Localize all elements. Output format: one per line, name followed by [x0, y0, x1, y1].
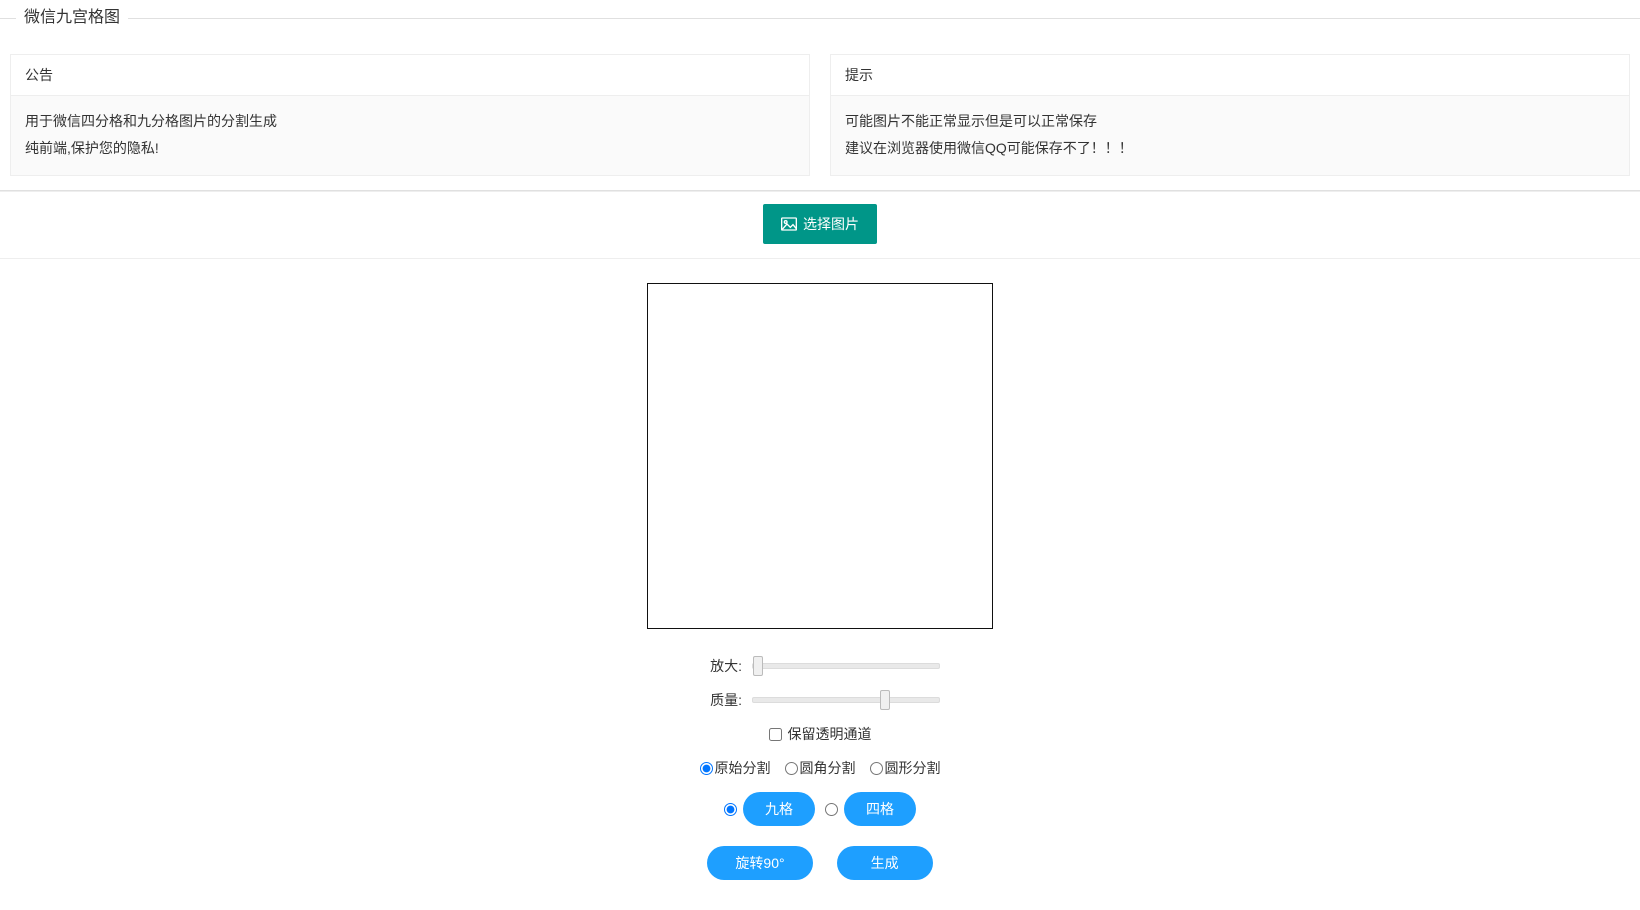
keep-alpha-checkbox[interactable]	[769, 728, 782, 741]
announcement-title: 公告	[11, 55, 809, 96]
split-original-option[interactable]: 原始分割	[700, 758, 771, 778]
split-original-radio[interactable]	[700, 762, 713, 775]
controls: 放大: 质量: 保留透明通道 原始分割 圆角分割 圆形分割 九格 四格	[0, 656, 1640, 910]
four-grid-choice: 四格	[825, 792, 916, 826]
nine-grid-button[interactable]: 九格	[743, 792, 815, 826]
quality-slider[interactable]	[752, 693, 940, 707]
zoom-slider[interactable]	[752, 659, 940, 673]
image-icon	[781, 217, 797, 231]
announcement-card: 公告 用于微信四分格和九分格图片的分割生成 纯前端,保护您的隐私!	[10, 54, 810, 176]
quality-label: 质量:	[700, 690, 742, 710]
four-grid-radio[interactable]	[825, 803, 838, 816]
quality-row: 质量:	[0, 690, 1640, 710]
rotate-button[interactable]: 旋转90°	[707, 846, 812, 880]
split-circle-option[interactable]: 圆形分割	[870, 758, 941, 778]
tips-line2: 建议在浏览器使用微信QQ可能保存不了！！！	[845, 135, 1615, 162]
preview-canvas[interactable]	[647, 283, 993, 629]
action-row: 旋转90° 生成	[0, 846, 1640, 880]
tips-line1: 可能图片不能正常显示但是可以正常保存	[845, 108, 1615, 135]
split-mode-row: 原始分割 圆角分割 圆形分割	[0, 758, 1640, 778]
announcement-body: 用于微信四分格和九分格图片的分割生成 纯前端,保护您的隐私!	[11, 96, 809, 175]
page-title: 微信九宫格图	[16, 0, 128, 36]
nine-grid-choice: 九格	[724, 792, 815, 826]
select-image-button[interactable]: 选择图片	[763, 204, 877, 244]
nine-grid-radio[interactable]	[724, 803, 737, 816]
split-original-label: 原始分割	[715, 758, 771, 778]
keep-alpha-label: 保留透明通道	[788, 724, 872, 744]
select-image-label: 选择图片	[803, 204, 859, 244]
cards-row: 公告 用于微信四分格和九分格图片的分割生成 纯前端,保护您的隐私! 提示 可能图…	[0, 36, 1640, 190]
split-rounded-option[interactable]: 圆角分割	[785, 758, 856, 778]
alpha-row: 保留透明通道	[0, 724, 1640, 744]
announcement-line1: 用于微信四分格和九分格图片的分割生成	[25, 108, 795, 135]
canvas-area	[0, 259, 1640, 656]
page-fieldset: 微信九宫格图 公告 用于微信四分格和九分格图片的分割生成 纯前端,保护您的隐私!…	[0, 0, 1640, 191]
zoom-label: 放大:	[700, 656, 742, 676]
split-circle-label: 圆形分割	[885, 758, 941, 778]
split-rounded-radio[interactable]	[785, 762, 798, 775]
split-rounded-label: 圆角分割	[800, 758, 856, 778]
grid-choice-row: 九格 四格	[0, 792, 1640, 826]
announcement-line2: 纯前端,保护您的隐私!	[25, 135, 795, 162]
split-circle-radio[interactable]	[870, 762, 883, 775]
four-grid-button[interactable]: 四格	[844, 792, 916, 826]
zoom-row: 放大:	[0, 656, 1640, 676]
tips-card: 提示 可能图片不能正常显示但是可以正常保存 建议在浏览器使用微信QQ可能保存不了…	[830, 54, 1630, 176]
tips-body: 可能图片不能正常显示但是可以正常保存 建议在浏览器使用微信QQ可能保存不了！！！	[831, 96, 1629, 175]
tips-title: 提示	[831, 55, 1629, 96]
toolbar: 选择图片	[0, 191, 1640, 259]
generate-button[interactable]: 生成	[837, 846, 933, 880]
